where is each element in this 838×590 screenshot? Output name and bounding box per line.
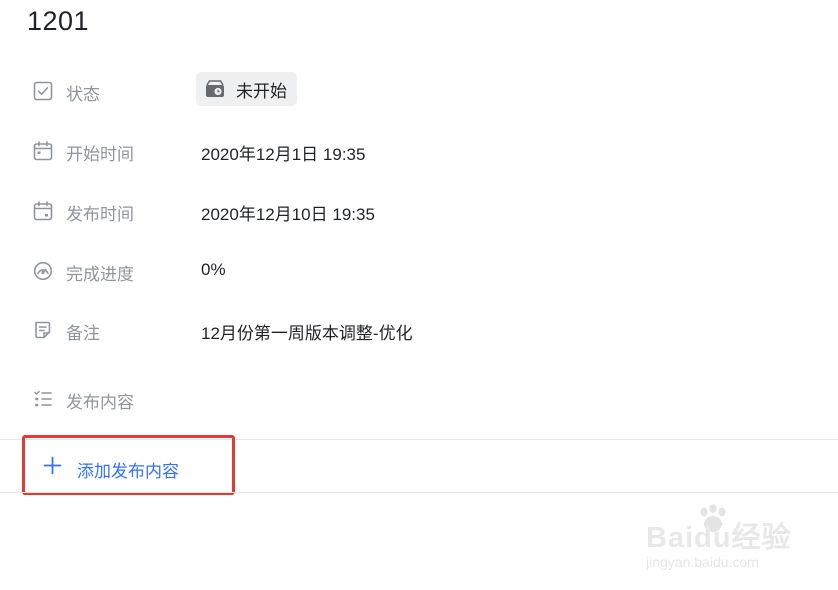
field-label-publish-content: 发布内容 [66, 393, 134, 412]
publish-time-value[interactable]: 2020年12月10日 19:35 [201, 200, 375, 225]
note-icon [35, 321, 51, 339]
field-row-progress: 完成进度 0% [0, 250, 838, 290]
calendar-icon [33, 201, 53, 221]
field-label-status: 状态 [66, 85, 100, 104]
checklist-icon [34, 390, 52, 407]
add-publish-content-label: 添加发布内容 [77, 462, 179, 481]
status-value: 未开始 [236, 81, 287, 101]
progress-value[interactable]: 0% [201, 260, 226, 280]
record-title[interactable]: 1201 [27, 6, 89, 37]
field-row-start-time: 开始时间 2020年12月1日 19:35 [0, 130, 838, 170]
field-label-note: 备注 [66, 324, 100, 343]
field-row-publish-content: 发布内容 [0, 378, 838, 418]
calendar-icon [33, 141, 53, 161]
field-row-status: 状态 未开始 [0, 70, 838, 110]
checkbox-icon [33, 81, 53, 101]
field-row-note: 备注 12月份第一周版本调整-优化 [0, 309, 838, 349]
baidu-watermark: Baidu经验 jingyan.baidu.com [644, 504, 804, 572]
inbox-clock-icon [206, 80, 224, 97]
field-label-start-time: 开始时间 [66, 145, 134, 164]
status-tag[interactable]: 未开始 [196, 72, 297, 106]
divider-bottom [0, 492, 838, 493]
field-label-progress: 完成进度 [66, 265, 134, 284]
plus-icon [43, 456, 62, 475]
gauge-icon [33, 261, 53, 281]
add-publish-content-button[interactable]: 添加发布内容 [22, 435, 235, 495]
watermark-logo: Baidu经验 [646, 522, 792, 554]
note-value[interactable]: 12月份第一周版本调整-优化 [201, 319, 413, 344]
start-time-value[interactable]: 2020年12月1日 19:35 [201, 140, 365, 165]
watermark-url: jingyan.baidu.com [646, 554, 759, 570]
field-row-publish-time: 发布时间 2020年12月10日 19:35 [0, 190, 838, 230]
field-label-publish-time: 发布时间 [66, 205, 134, 224]
